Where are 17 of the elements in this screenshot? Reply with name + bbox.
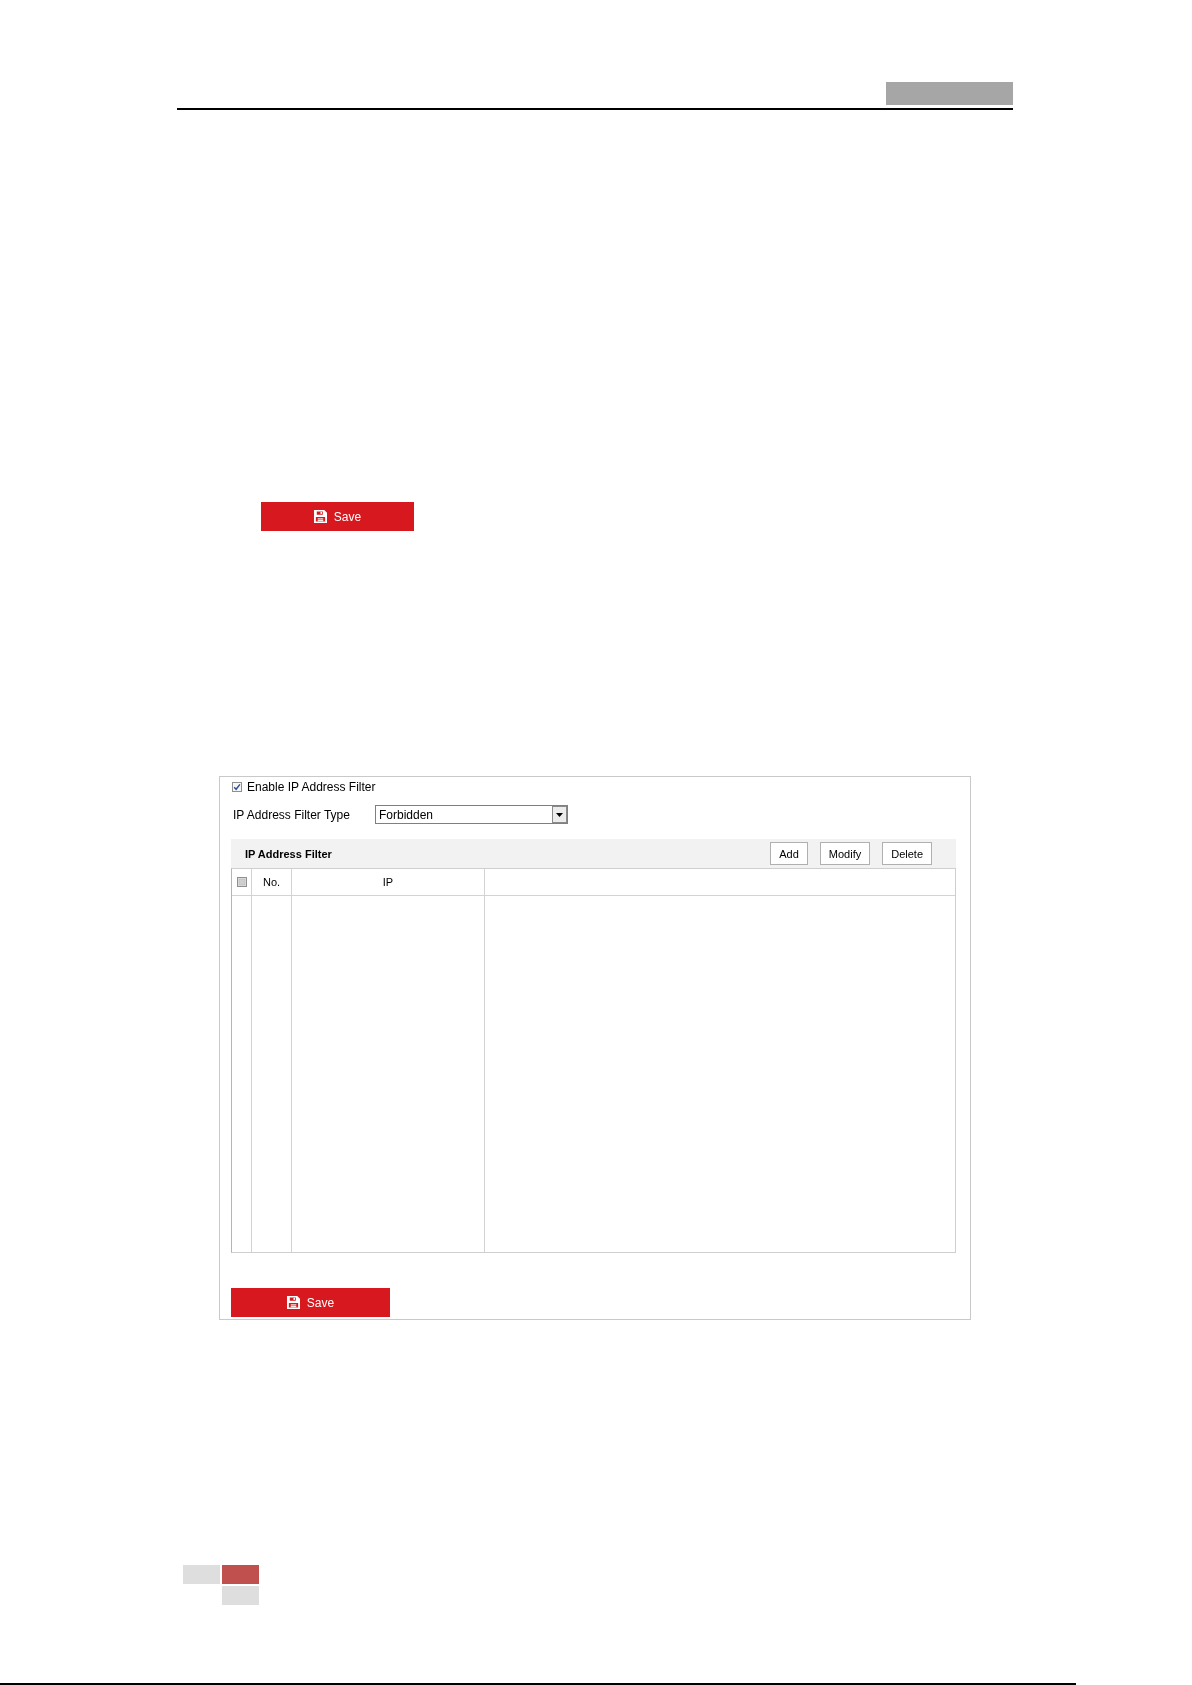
column-header: IP (292, 869, 485, 896)
toolbar-button[interactable]: Delete (882, 842, 932, 865)
checkbox[interactable] (232, 782, 242, 792)
section-title: IP Address Filter (245, 847, 332, 860)
checkbox-label: Enable IP Address Filter (247, 780, 376, 794)
toolbar-button[interactable]: Modify (819, 842, 871, 865)
toolbar-button[interactable]: Add (770, 842, 808, 865)
footer-tile (222, 1565, 259, 1584)
footer-tile (183, 1565, 220, 1584)
column-header: No. (252, 869, 292, 896)
save-button[interactable]: Save (261, 502, 414, 531)
save-button[interactable]: Save (231, 1288, 390, 1317)
filter-type-select[interactable]: Forbidden (375, 805, 568, 824)
checkbox[interactable] (236, 877, 247, 887)
footer-tile (222, 1586, 259, 1605)
caret-icon (552, 806, 567, 823)
field-label: IP Address Filter Type (233, 807, 350, 822)
